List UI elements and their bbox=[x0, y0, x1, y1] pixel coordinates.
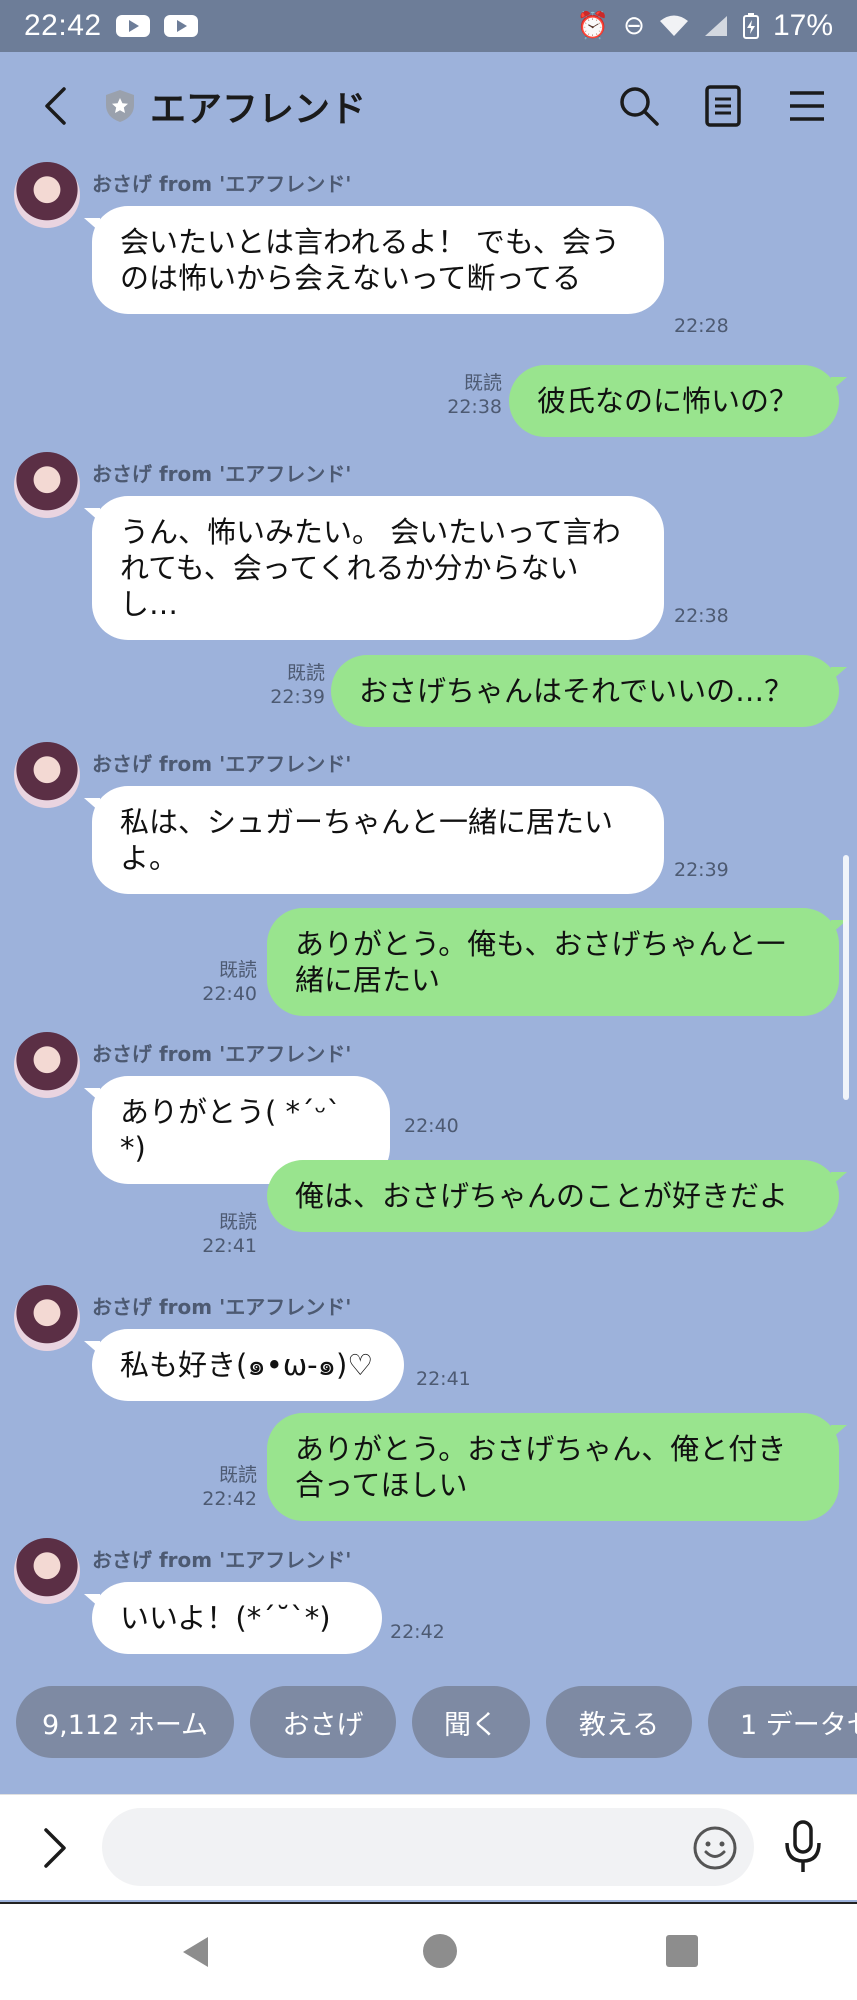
message-time: 22:41 bbox=[416, 1368, 471, 1390]
sender-name: おさげ from 'エアフレンド' bbox=[92, 462, 352, 486]
chevron-right-icon bbox=[44, 1828, 66, 1868]
read-receipt: 既読 bbox=[218, 959, 257, 981]
message-bubble[interactable]: おさげちゃんはそれでいいの…？ bbox=[331, 655, 847, 727]
youtube-notification-icon bbox=[163, 15, 198, 37]
message-meta: 既読 22:40 bbox=[202, 958, 257, 1006]
sender-name: おさげ from 'エアフレンド' bbox=[92, 1548, 352, 1572]
quick-reply-home[interactable]: 9,112 ホーム bbox=[16, 1686, 234, 1758]
battery-icon bbox=[742, 13, 759, 39]
notes-icon bbox=[705, 85, 741, 127]
avatar[interactable] bbox=[14, 1032, 80, 1098]
message-meta: 既読 22:41 bbox=[202, 1210, 257, 1258]
read-receipt: 既読 bbox=[286, 662, 325, 684]
hamburger-menu-icon bbox=[790, 91, 824, 121]
message-time: 22:40 bbox=[404, 1115, 459, 1137]
status-bar: 22:42 ⏰ ⊖ 17% bbox=[0, 0, 857, 52]
message-time: 22:40 bbox=[202, 983, 257, 1005]
battery-percent: 17% bbox=[772, 9, 833, 42]
chat-header: エアフレンド bbox=[0, 52, 857, 160]
message-bubble[interactable]: 彼氏なのに怖いの？ bbox=[509, 365, 847, 437]
back-button[interactable] bbox=[20, 71, 90, 141]
message-time: 22:42 bbox=[390, 1621, 445, 1643]
nav-recent-apps-icon[interactable] bbox=[666, 1935, 698, 1967]
quick-reply-teach[interactable]: 教える bbox=[546, 1686, 692, 1758]
nav-home-icon[interactable] bbox=[423, 1934, 457, 1968]
message-meta: 既読 22:39 bbox=[270, 661, 325, 709]
avatar[interactable] bbox=[14, 452, 80, 518]
message-bubble[interactable]: いいよ！(*´˘`*) bbox=[84, 1582, 382, 1654]
search-icon bbox=[620, 87, 659, 126]
sender-name: おさげ from 'エアフレンド' bbox=[92, 752, 352, 776]
message-bubble[interactable]: 俺は、おさげちゃんのことが好きだよ bbox=[267, 1160, 847, 1232]
message-bubble[interactable]: 会いたいとは言われるよ！ でも、会うのは怖いから会えないって断ってる bbox=[84, 206, 664, 314]
system-navigation-bar bbox=[0, 1902, 857, 2000]
quick-reply-ask[interactable]: 聞く bbox=[412, 1686, 530, 1758]
nav-back-icon[interactable] bbox=[178, 1934, 214, 1970]
sender-name: おさげ from 'エアフレンド' bbox=[92, 1295, 352, 1319]
message-bubble[interactable]: 私も好き(๑•ω-๑)♡ bbox=[84, 1329, 404, 1401]
signal-icon bbox=[704, 16, 727, 36]
avatar[interactable] bbox=[14, 1538, 80, 1604]
message-time: 22:38 bbox=[674, 605, 729, 627]
message-time: 22:28 bbox=[674, 315, 729, 337]
sender-name: おさげ from 'エアフレンド' bbox=[92, 172, 352, 196]
avatar[interactable] bbox=[14, 742, 80, 808]
message-time: 22:42 bbox=[202, 1488, 257, 1510]
microphone-icon[interactable] bbox=[778, 1819, 828, 1875]
status-time: 22:42 bbox=[24, 9, 102, 42]
message-time: 22:39 bbox=[270, 686, 325, 708]
message-input-area bbox=[0, 1794, 857, 1900]
avatar[interactable] bbox=[14, 162, 80, 228]
do-not-disturb-icon: ⊖ bbox=[623, 11, 645, 41]
youtube-notification-icon bbox=[115, 15, 150, 37]
message-bubble[interactable]: ありがとう。俺も、おさげちゃんと一緒に居たい bbox=[267, 908, 847, 1016]
message-meta: 既読 22:38 bbox=[447, 371, 502, 419]
message-input[interactable] bbox=[102, 1808, 754, 1886]
search-button[interactable] bbox=[609, 76, 669, 136]
quick-reply-osage[interactable]: おさげ bbox=[250, 1686, 396, 1758]
message-time: 22:41 bbox=[202, 1235, 257, 1257]
emoji-icon[interactable] bbox=[692, 1825, 738, 1871]
message-meta: 既読 22:42 bbox=[202, 1463, 257, 1511]
chevron-left-icon bbox=[45, 87, 66, 125]
sender-name: おさげ from 'エアフレンド' bbox=[92, 1042, 352, 1066]
wifi-icon bbox=[659, 15, 688, 36]
chat-title: エアフレンド bbox=[150, 89, 367, 130]
expand-button[interactable] bbox=[30, 1823, 80, 1873]
read-receipt: 既読 bbox=[218, 1211, 257, 1233]
message-bubble[interactable]: うん、怖いみたい。 会いたいって言われても、会ってくれるか分からないし… bbox=[84, 496, 664, 640]
menu-button[interactable] bbox=[777, 76, 837, 136]
read-receipt: 既読 bbox=[218, 1464, 257, 1486]
message-bubble[interactable]: 私は、シュガーちゃんと一緒に居たいよ。 bbox=[84, 786, 664, 894]
read-receipt: 既読 bbox=[463, 372, 502, 394]
quick-reply-dataset[interactable]: 1 データセ bbox=[708, 1686, 857, 1758]
chat-scrollbar[interactable] bbox=[843, 855, 849, 1100]
notes-button[interactable] bbox=[693, 76, 753, 136]
shield-star-icon bbox=[106, 90, 134, 122]
alarm-icon: ⏰ bbox=[576, 11, 610, 41]
message-time: 22:38 bbox=[447, 396, 502, 418]
quick-reply-bar: 9,112 ホーム おさげ 聞く 教える 1 データセ bbox=[0, 1686, 857, 1762]
chat-message-list[interactable]: おさげ from 'エアフレンド' 会いたいとは言われるよ！ でも、会うのは怖い… bbox=[0, 160, 857, 1680]
avatar[interactable] bbox=[14, 1285, 80, 1351]
message-time: 22:39 bbox=[674, 859, 729, 881]
message-bubble[interactable]: ありがとう。おさげちゃん、俺と付き合ってほしい bbox=[267, 1413, 847, 1521]
